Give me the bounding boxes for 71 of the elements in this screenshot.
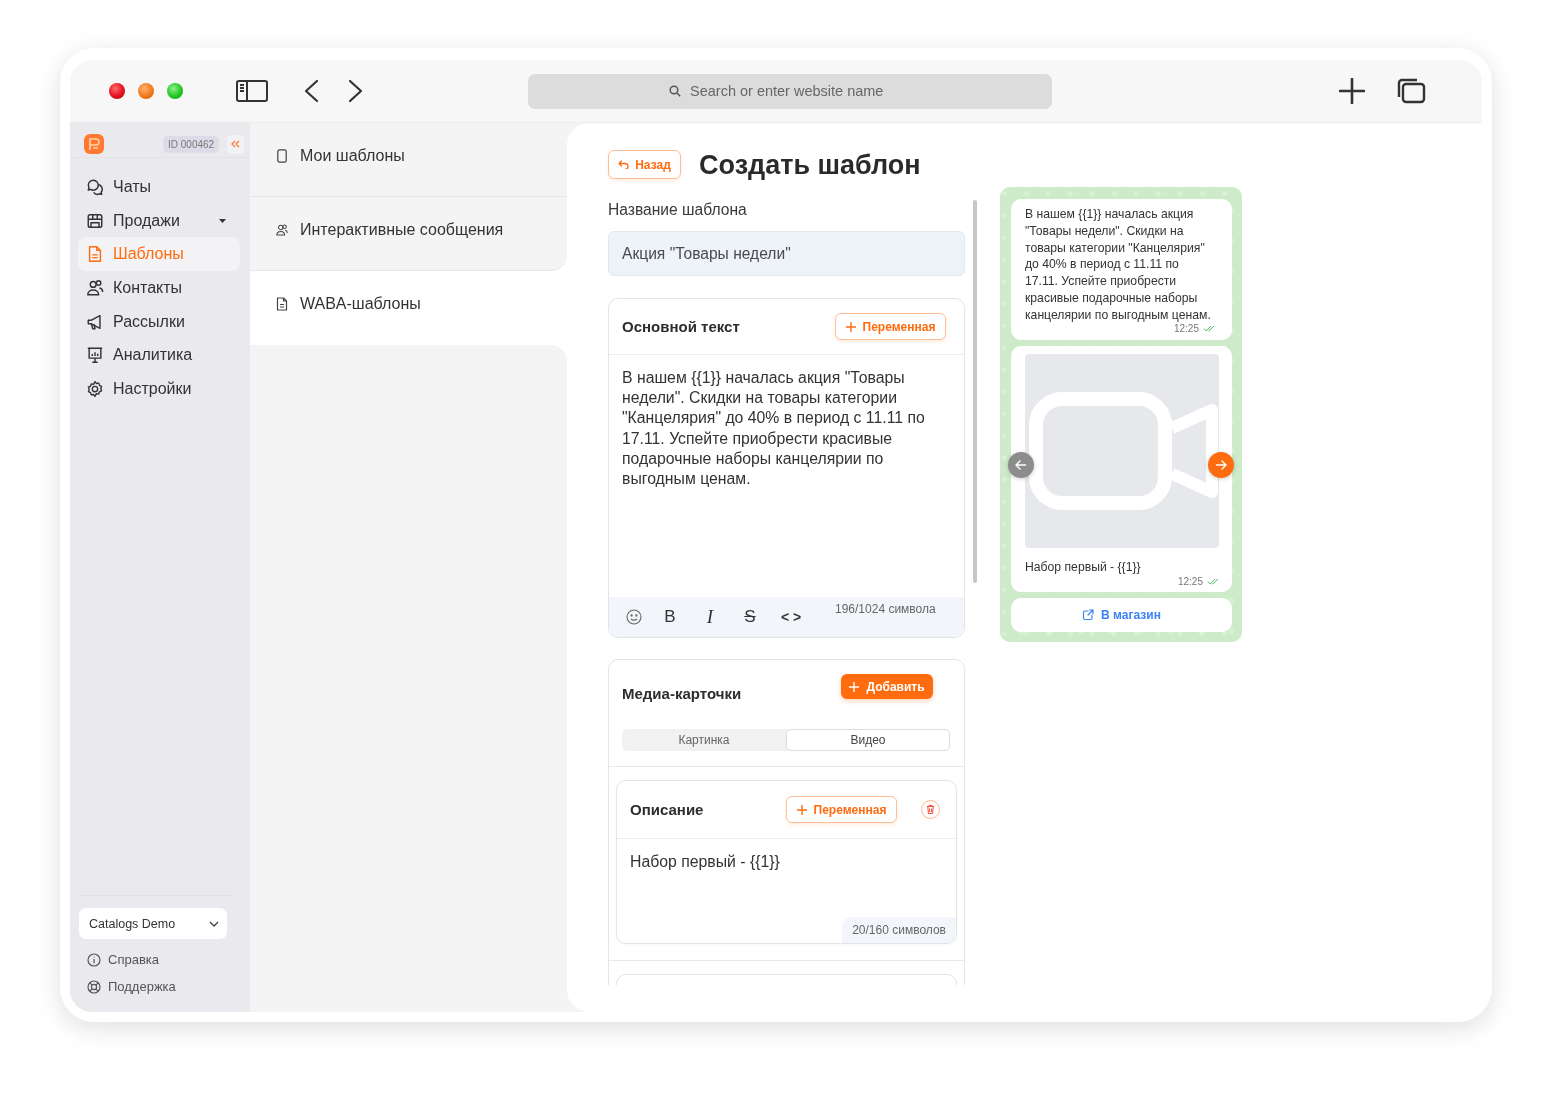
chat-icon — [86, 177, 104, 196]
card-title: Основной текст — [622, 318, 740, 335]
card-title: Медиа-карточки — [622, 685, 742, 702]
document-icon — [276, 297, 288, 311]
message-text: В нашем {{1}} началась акция "Товары недели". Скидки на товары категории "Канцелярия" до 40% в период с 11.11 по 17.11. Успейте приобрести красивые подарочные наборы канцелярии по выгодным ценам. — [1025, 206, 1212, 324]
search-icon — [669, 85, 681, 97]
info-icon — [87, 952, 101, 967]
nav-item[interactable]: Настройки — [78, 372, 240, 406]
media-type-tab[interactable]: Картинка — [622, 729, 786, 751]
shop-link-button[interactable]: В магазин — [1011, 597, 1232, 632]
footer-link[interactable]: Поддержка — [78, 973, 232, 1000]
address-field[interactable]: Search or enter website name — [528, 73, 1052, 109]
account-id-badge: ID 000462 — [163, 135, 220, 153]
submenu-item[interactable]: Мои шаблоны — [250, 123, 567, 197]
message-editor[interactable]: В нашем {{1}} началась акция "Товары недели". Скидки на товары категории "Канцелярия" до 40% в период с 11.11 по 17.11. Успейте приобрести красивые подарочные наборы канцелярии по выгодным ценам. — [609, 355, 964, 597]
chevron-down-icon — [209, 920, 219, 927]
minimize-dot-icon[interactable] — [138, 83, 154, 99]
strikethrough-button[interactable]: S — [737, 604, 763, 630]
plus-icon — [796, 804, 807, 815]
arrow-right-icon[interactable] — [1208, 451, 1234, 478]
card-caption: Набор первый - {{1}} — [1025, 558, 1142, 576]
back-icon[interactable] — [303, 79, 319, 103]
workspace-select[interactable]: Catalogs Demo — [79, 908, 227, 939]
presentation-chart-icon — [86, 346, 104, 365]
new-tab-icon[interactable] — [1339, 78, 1365, 104]
media-type-tab[interactable]: Видео — [786, 729, 950, 751]
character-counter: 196/1024 символа — [835, 602, 936, 616]
users-icon — [276, 223, 288, 237]
template-name-field[interactable]: Акция "Товары недели" — [608, 231, 965, 276]
message-time: 12:25 — [1177, 575, 1203, 587]
message-time: 12:25 — [1173, 322, 1199, 334]
trash-icon[interactable] — [921, 800, 940, 819]
nav-item[interactable]: Чаты — [78, 170, 240, 204]
character-counter: 20/160 символов — [842, 917, 956, 943]
scrollbar[interactable] — [973, 200, 977, 583]
logo-icon — [84, 134, 104, 154]
video-camera-icon — [1029, 391, 1219, 510]
italic-button[interactable]: I — [697, 604, 723, 630]
nav-item[interactable]: Рассылки — [78, 304, 240, 339]
chevrons-left-icon — [231, 140, 241, 148]
users-icon — [86, 278, 104, 297]
store-icon — [86, 211, 104, 230]
page-title: Создать шаблон — [699, 148, 921, 181]
nav-item[interactable]: Продажи — [78, 203, 240, 238]
sidebar-toggle-icon[interactable] — [236, 80, 268, 102]
megaphone-icon — [86, 312, 104, 331]
arrow-left-icon[interactable] — [1008, 451, 1034, 478]
submenu-item[interactable]: Интерактивные сообщения — [250, 197, 567, 271]
field-label: Название шаблона — [608, 201, 748, 219]
external-link-icon — [1082, 608, 1095, 621]
close-dot-icon[interactable] — [109, 83, 125, 99]
card-title: Описание — [630, 801, 704, 818]
document-icon — [86, 245, 104, 264]
undo-arrow-icon — [618, 160, 630, 169]
lifebuoy-icon — [87, 979, 101, 994]
nav-item[interactable]: Контакты — [78, 271, 240, 305]
double-check-icon — [1207, 577, 1219, 585]
nav-item[interactable]: Аналитика — [78, 338, 240, 373]
footer-link[interactable]: Справка — [78, 946, 232, 973]
bold-button[interactable]: B — [657, 604, 683, 630]
tabs-icon[interactable] — [1397, 78, 1426, 104]
forward-icon[interactable] — [348, 79, 364, 103]
code-button[interactable]: < > — [777, 604, 805, 630]
description-editor[interactable]: Набор первый - {{1}} — [617, 839, 956, 872]
phone-icon — [276, 149, 288, 163]
plus-icon — [849, 681, 860, 692]
double-check-icon — [1203, 324, 1215, 332]
settings-icon — [86, 379, 104, 398]
maximize-dot-icon[interactable] — [167, 83, 183, 99]
plus-icon — [845, 321, 856, 332]
smiley-icon[interactable] — [626, 609, 642, 625]
